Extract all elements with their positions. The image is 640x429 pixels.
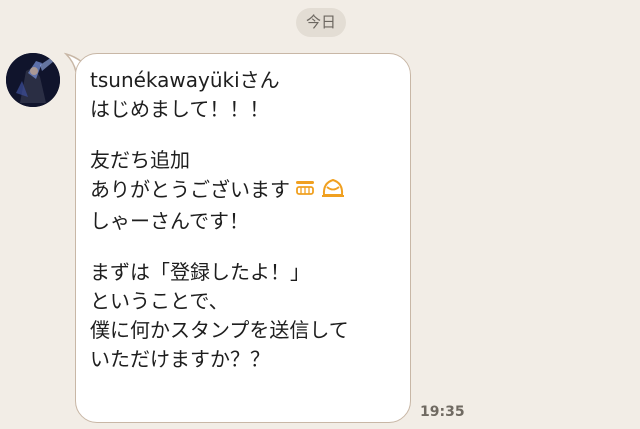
grinning-face-icon [294,177,316,206]
message-line: 友だち追加 [90,148,190,172]
date-divider: 今日 [296,8,346,37]
message-text: ありがとうございます [90,177,290,202]
avatar-image [6,53,60,107]
message-line: ということで、 [90,289,229,313]
message-line-greeting: tsunékawayükiさん [90,68,280,92]
message-line: まずは「登録したよ！」 [90,260,310,284]
message-line: はじめまして！！！ [90,97,270,121]
message-line: 僕に何かスタンプを送信して [90,318,349,342]
message-line-thanks: ありがとうございます [90,175,396,207]
bowing-person-icon [320,175,346,207]
message-line: いただけますか？？ [90,347,270,371]
message-line: しゃーさんです！ [90,209,249,233]
avatar[interactable] [6,53,60,107]
message-timestamp: 19:35 [420,404,465,420]
message-bubble[interactable]: tsunékawayükiさん はじめまして！！！ 友だち追加 ありがとうござい… [75,53,411,423]
